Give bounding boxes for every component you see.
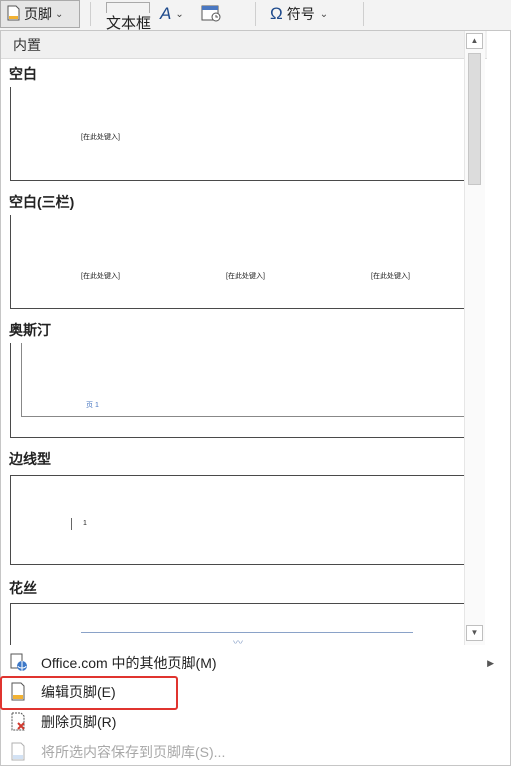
page-number-text: 1	[83, 520, 87, 527]
wordart-button[interactable]: A ⌄	[160, 0, 196, 28]
save-to-gallery-icon	[9, 742, 31, 762]
footer-page-icon	[7, 5, 20, 24]
symbol-label: 符号	[286, 6, 315, 22]
filigree-ornament-icon: 〰	[233, 638, 243, 645]
placeholder-text: [在此处键入]	[226, 273, 265, 280]
gallery-item-title: 边线型	[9, 451, 51, 467]
footer-dropdown-button[interactable]: 页脚 ⌄	[0, 0, 80, 28]
gallery-item-blank[interactable]: [在此处键入]	[10, 87, 481, 181]
gallery-item-sideline[interactable]: 1	[10, 475, 481, 565]
remove-footer-icon	[9, 712, 31, 732]
placeholder-text: [在此处键入]	[81, 134, 120, 141]
menu-item-remove-footer[interactable]: 删除页脚(R)	[1, 708, 510, 736]
gallery-item-title: 奥斯汀	[9, 322, 51, 338]
date-time-button[interactable]	[201, 0, 227, 28]
page-number-text: 页 1	[86, 402, 99, 409]
ribbon-separator	[255, 2, 256, 26]
gallery-item-title: 花丝	[9, 580, 37, 596]
gallery-item-title: 空白	[9, 66, 37, 82]
ribbon-toolbar: 页脚 ⌄ 文本框 A ⌄ Ω 符号 ⌄	[0, 0, 511, 32]
gallery-item-austin[interactable]: 页 1	[10, 343, 481, 438]
gallery-scrollbar[interactable]: ▲ ▼	[464, 31, 485, 645]
textbox-button[interactable]: 文本框	[106, 0, 156, 32]
chevron-down-icon: ⌄	[175, 8, 184, 20]
menu-item-label: 将所选内容保存到页脚库(S)...	[41, 744, 226, 760]
filigree-line	[81, 632, 413, 633]
omega-icon: Ω	[270, 4, 283, 23]
placeholder-text: [在此处键入]	[81, 273, 120, 280]
chevron-down-icon: ⌄	[55, 8, 64, 20]
scroll-up-icon[interactable]: ▲	[466, 33, 483, 49]
footer-gallery: 内置 空白 [在此处键入] 空白(三栏) [在此处键入] [在此处键入] [在此…	[1, 31, 487, 645]
sideline-bar	[71, 518, 72, 530]
symbol-button[interactable]: Ω 符号 ⌄	[270, 0, 340, 28]
menu-item-office-more-footers[interactable]: Office.com 中的其他页脚(M) ▶	[1, 649, 510, 677]
footer-dropdown-panel: 内置 空白 [在此处键入] 空白(三栏) [在此处键入] [在此处键入] [在此…	[0, 30, 511, 766]
placeholder-text: [在此处键入]	[371, 273, 410, 280]
scroll-down-icon[interactable]: ▼	[466, 625, 483, 641]
submenu-arrow-icon: ▶	[487, 657, 494, 668]
menu-item-label: Office.com 中的其他页脚(M)	[41, 655, 217, 671]
footer-dropdown-label: 页脚	[24, 6, 52, 22]
ribbon-separator	[363, 2, 364, 26]
gallery-item-blank-three-columns[interactable]: [在此处键入] [在此处键入] [在此处键入]	[10, 215, 481, 309]
office-online-icon	[9, 653, 31, 673]
gallery-item-filigree[interactable]: 〰	[10, 603, 481, 645]
menu-item-save-to-gallery[interactable]: 将所选内容保存到页脚库(S)...	[1, 738, 510, 766]
calendar-icon	[201, 4, 221, 25]
annotation-highlight-box	[0, 676, 178, 710]
chevron-down-icon: ⌄	[319, 8, 329, 20]
menu-item-label: 删除页脚(R)	[41, 714, 117, 730]
gallery-item-title: 空白(三栏)	[9, 194, 75, 210]
scrollbar-thumb[interactable]	[468, 53, 481, 185]
wordart-icon: A	[160, 4, 172, 23]
ribbon-separator	[90, 2, 91, 26]
gallery-section-header: 内置	[1, 31, 487, 59]
